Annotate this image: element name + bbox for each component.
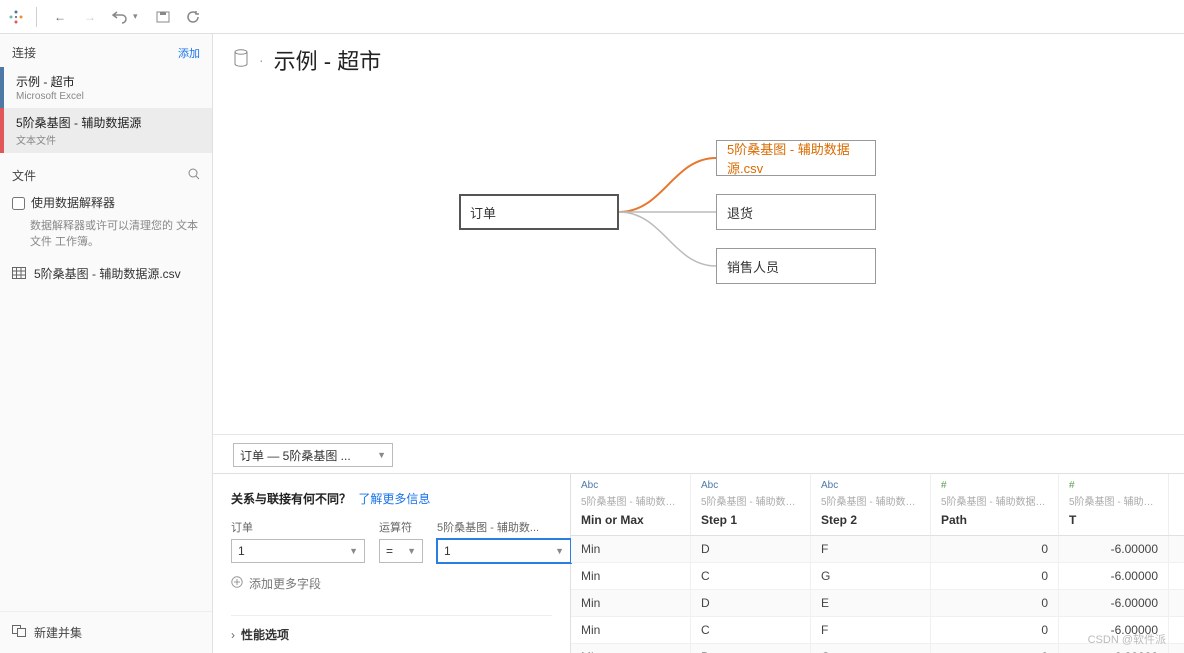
table-cell: D <box>691 590 811 616</box>
connection-item-text[interactable]: 5阶桑基图 - 辅助数据源 文本文件 <box>0 108 212 153</box>
chevron-right-icon: › <box>231 628 235 642</box>
table-cell: -6.00000 <box>1059 644 1169 653</box>
relation-title: 关系与联接有何不同？ <box>231 492 351 506</box>
table-row[interactable]: MinDF0-6.00000 <box>571 536 1184 563</box>
new-union-button[interactable]: 新建并集 <box>0 611 212 653</box>
table-row[interactable]: MinCF0-6.00000 <box>571 617 1184 644</box>
interpreter-hint: 数据解释器或许可以清理您的 文本文件 工作簿。 <box>0 215 212 255</box>
relation-editor: 关系与联接有何不同？ 了解更多信息 订单 1▼ 运算符 <box>213 474 571 653</box>
datasource-title[interactable]: 示例 - 超市 <box>274 44 382 76</box>
grid-column-header[interactable]: #5阶桑基图 - 辅助数据源.csvPath <box>931 474 1059 535</box>
left-sidebar: 连接 添加 示例 - 超市 Microsoft Excel 5阶桑基图 - 辅助… <box>0 34 213 653</box>
use-interpreter-label: 使用数据解释器 <box>31 194 115 211</box>
search-icon[interactable] <box>188 168 200 183</box>
learn-more-link[interactable]: 了解更多信息 <box>358 492 430 506</box>
table-cell: D <box>691 536 811 562</box>
app-toolbar: ← → ▾ <box>0 0 1184 34</box>
app-logo-icon <box>8 9 24 25</box>
table-row[interactable]: MinDE0-6.00000 <box>571 590 1184 617</box>
table-cell: G <box>811 644 931 653</box>
datasource-icon <box>233 49 249 72</box>
table-row[interactable]: MinCG0-6.00000 <box>571 563 1184 590</box>
data-grid: Abc5阶桑基图 - 辅助数据源.csvMin or MaxAbc5阶桑基图 -… <box>571 474 1184 653</box>
table-icon <box>12 267 26 279</box>
table-cell: Min <box>571 644 691 653</box>
use-interpreter-checkbox[interactable] <box>12 197 25 210</box>
table-cell: Min <box>571 563 691 589</box>
save-button[interactable] <box>152 6 174 28</box>
table-row[interactable]: MinBG0-6.00000 <box>571 644 1184 653</box>
refresh-button[interactable] <box>182 6 204 28</box>
left-field-label: 订单 <box>231 519 365 535</box>
grid-header: Abc5阶桑基图 - 辅助数据源.csvMin or MaxAbc5阶桑基图 -… <box>571 474 1184 536</box>
node-orders[interactable]: 订单 <box>459 194 619 230</box>
node-returns[interactable]: 退货 <box>716 194 876 230</box>
grid-body: MinDF0-6.00000MinCG0-6.00000MinDE0-6.000… <box>571 536 1184 653</box>
dot-icon: · <box>259 52 264 68</box>
back-button[interactable]: ← <box>49 6 71 28</box>
table-cell: Min <box>571 590 691 616</box>
table-cell: 0 <box>931 563 1059 589</box>
chevron-down-icon: ▼ <box>377 450 386 460</box>
table-cell: F <box>811 536 931 562</box>
table-cell: Min <box>571 617 691 643</box>
operator-select[interactable]: =▼ <box>379 539 423 563</box>
right-field-label: 5阶桑基图 - 辅助数... <box>437 519 571 535</box>
node-sankey[interactable]: 5阶桑基图 - 辅助数据源.csv <box>716 140 876 176</box>
relation-canvas[interactable]: 订单 5阶桑基图 - 辅助数据源.csv 退货 销售人员 <box>213 76 1184 435</box>
grid-column-header[interactable]: #5阶桑基图 - 辅助数据源.csvT <box>1059 474 1169 535</box>
table-cell: 0 <box>931 536 1059 562</box>
files-label: 文件 <box>12 167 36 184</box>
grid-column-header[interactable]: Abc5阶桑基图 - 辅助数据源.csvMin or Max <box>571 474 691 535</box>
performance-options[interactable]: › 性能选项 <box>231 615 552 643</box>
table-cell: -6.00000 <box>1059 590 1169 616</box>
grid-column-header[interactable]: Abc5阶桑基图 - 辅助数据源.csvStep 1 <box>691 474 811 535</box>
table-cell: E <box>811 590 931 616</box>
operator-label: 运算符 <box>379 519 423 535</box>
table-cell: 0 <box>931 644 1059 653</box>
table-cell: B <box>691 644 811 653</box>
table-cell: 0 <box>931 617 1059 643</box>
table-cell: C <box>691 563 811 589</box>
table-cell: C <box>691 617 811 643</box>
connection-item-excel[interactable]: 示例 - 超市 Microsoft Excel <box>0 67 212 108</box>
node-sales[interactable]: 销售人员 <box>716 248 876 284</box>
table-cell: 0 <box>931 590 1059 616</box>
file-item-csv[interactable]: 5阶桑基图 - 辅助数据源.csv <box>0 255 212 292</box>
left-field-select[interactable]: 1▼ <box>231 539 365 563</box>
bottom-panel: 订单 — 5阶桑基图 ... ▼ 关系与联接有何不同？ 了解更多信息 订单 1▼ <box>213 435 1184 653</box>
add-connection-link[interactable]: 添加 <box>178 45 200 61</box>
union-icon <box>12 625 26 640</box>
right-field-select[interactable]: 1▼ <box>437 539 571 563</box>
grid-column-header[interactable]: Abc5阶桑基图 - 辅助数据源.csvStep 2 <box>811 474 931 535</box>
connections-label: 连接 <box>12 44 36 61</box>
table-cell: -6.00000 <box>1059 617 1169 643</box>
plus-circle-icon <box>231 576 243 591</box>
content-area: · 示例 - 超市 订单 5阶桑基图 - 辅助数据源.csv 退货 销售人员 <box>213 34 1184 653</box>
undo-button[interactable] <box>109 6 131 28</box>
table-cell: -6.00000 <box>1059 536 1169 562</box>
table-cell: G <box>811 563 931 589</box>
table-cell: Min <box>571 536 691 562</box>
relation-dropdown[interactable]: 订单 — 5阶桑基图 ... ▼ <box>233 443 393 467</box>
datasource-header: · 示例 - 超市 <box>213 34 1184 76</box>
table-cell: F <box>811 617 931 643</box>
forward-button[interactable]: → <box>79 6 101 28</box>
table-cell: -6.00000 <box>1059 563 1169 589</box>
add-fields-button[interactable]: 添加更多字段 <box>231 575 552 592</box>
